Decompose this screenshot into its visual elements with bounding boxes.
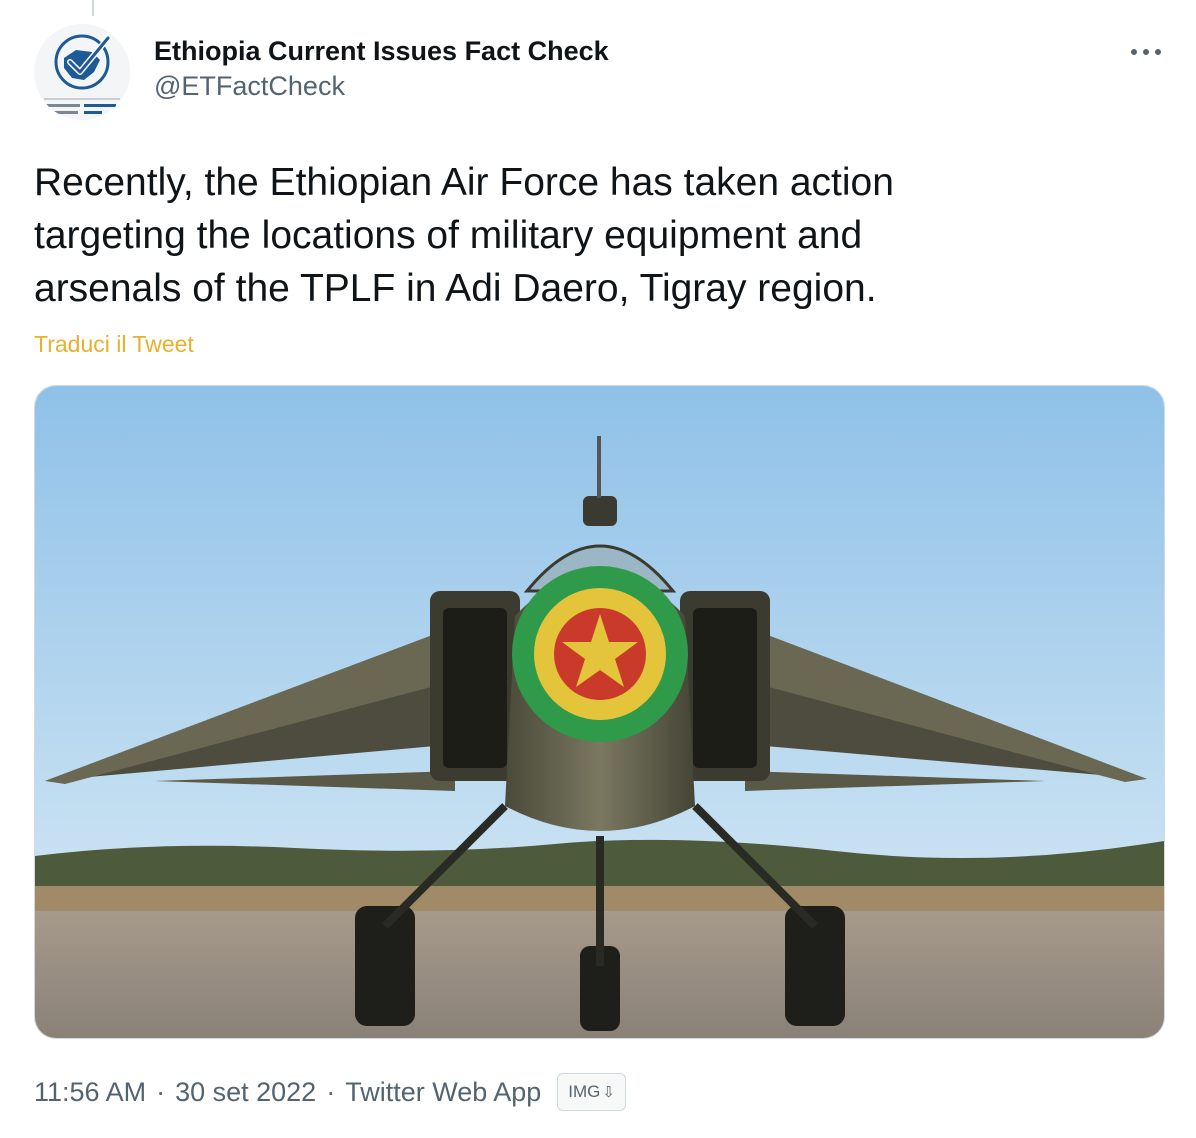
author-display-name[interactable]: Ethiopia Current Issues Fact Check — [154, 34, 609, 68]
tweet-media-image[interactable] — [34, 385, 1165, 1039]
author-handle[interactable]: @ETFactCheck — [154, 68, 609, 104]
fact-check-logo — [34, 24, 130, 120]
img-badge-label: IMG — [568, 1082, 601, 1101]
separator-dot: · — [326, 1076, 336, 1107]
tweet-text: Recently, the Ethiopian Air Force has ta… — [34, 161, 894, 310]
avatar[interactable] — [34, 24, 130, 120]
more-horizontal-icon — [1131, 49, 1161, 55]
tweet-time[interactable]: 11:56 AM — [34, 1077, 146, 1108]
translate-tweet-link[interactable]: Traduci il Tweet — [34, 331, 194, 358]
img-download-badge[interactable]: IMG ⇩ — [557, 1073, 626, 1111]
download-arrow-icon: ⇩ — [602, 1084, 615, 1101]
thread-connector-line — [92, 0, 94, 16]
tweet-source: Twitter Web App — [345, 1076, 542, 1107]
separator-dot: · — [156, 1076, 166, 1107]
tweet-metadata: 11:56 AM · 30 set 2022 · Twitter Web App… — [34, 1072, 626, 1112]
more-options-button[interactable] — [1126, 32, 1166, 72]
fighter-jet-photo — [35, 386, 1164, 1038]
tweet-header: Ethiopia Current Issues Fact Check @ETFa… — [34, 24, 1166, 134]
tweet-date[interactable]: 30 set 2022 — [175, 1077, 316, 1108]
ethiopian-air-force-roundel — [512, 566, 688, 742]
